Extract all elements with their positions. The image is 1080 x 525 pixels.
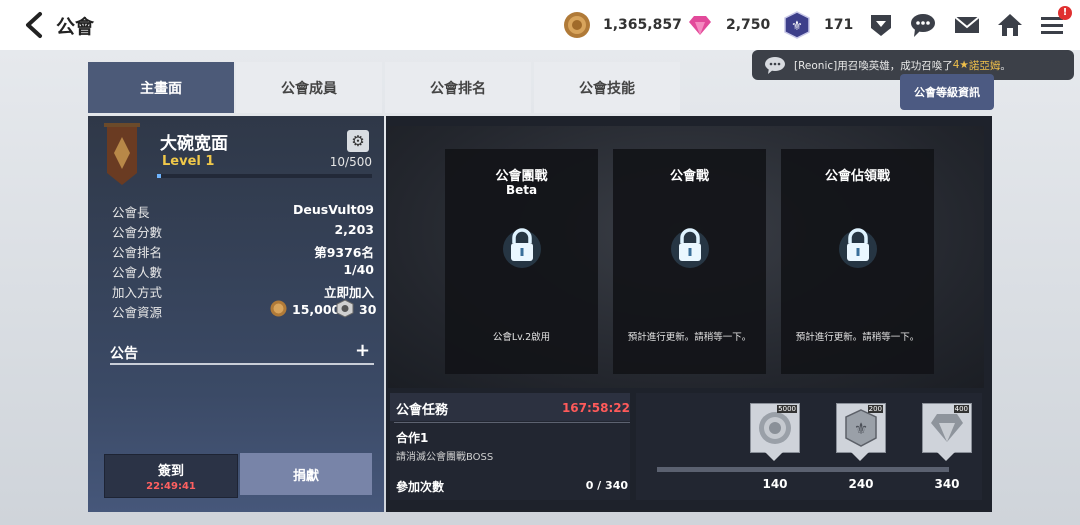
chat-icon[interactable] [909, 11, 937, 39]
mode-note: 預計進行更新。請稍等一下。 [795, 332, 920, 343]
resource-gold: 15,000 [292, 302, 341, 317]
toast-stars: 4★ [952, 59, 969, 71]
guild-name: 大碗宽面 [160, 134, 228, 154]
mode-title: 公會戰 [669, 169, 709, 184]
notice-divider [110, 363, 374, 365]
quest-divider [394, 422, 630, 423]
reward-marker [764, 451, 784, 461]
diamond-icon [931, 414, 963, 442]
mode-title: 公會團戰 [495, 169, 548, 184]
guild-level: Level 1 [162, 154, 215, 169]
mode-card-guild-war[interactable]: 公會戰 預計進行更新。請稍等一下。 [613, 149, 766, 374]
tab-skills[interactable]: 公會技能 [534, 62, 680, 113]
toast-text: [Reonic]用召喚英雄，成功召喚了 [794, 59, 953, 72]
lock-icon [503, 228, 541, 268]
back-arrow-icon[interactable] [20, 10, 50, 40]
guild-level-info-button[interactable]: 公會等級資訊 [900, 74, 994, 110]
donate-button[interactable]: 捐獻 [240, 453, 372, 495]
gem-amount: 2,750 [726, 17, 771, 33]
quest-name: 合作1 [396, 431, 429, 445]
signin-label: 簽到 [157, 464, 184, 479]
guild-emblem-icon: ⚜ [784, 11, 810, 39]
lock-icon [671, 228, 709, 268]
reward-marker [850, 451, 870, 461]
shop-emblem-icon[interactable] [867, 11, 895, 39]
reward-amount: 5000 [777, 405, 797, 413]
guild-exp: 10/500 [329, 155, 372, 169]
stat-value: 1/40 [343, 262, 374, 277]
chat-icon [765, 57, 785, 74]
tab-ranking[interactable]: 公會排名 [385, 62, 531, 113]
mode-note: 公會Lv.2啟用 [492, 332, 551, 343]
signin-button[interactable]: 簽到 22:49:41 [104, 454, 238, 498]
home-icon[interactable] [996, 11, 1024, 39]
gold-amount: 1,365,857 [603, 17, 682, 33]
exp-bar-fill [157, 174, 162, 178]
mode-card-occupation-war[interactable]: 公會佔領戰 預計進行更新。請稍等一下。 [781, 149, 934, 374]
quest-title: 公會任務 [396, 403, 449, 418]
svg-text:⚜: ⚜ [854, 419, 868, 438]
stat-value: 第9376名 [314, 245, 374, 260]
tab-main[interactable]: 主畫面 [88, 62, 234, 113]
tab-members[interactable]: 公會成員 [236, 62, 382, 113]
reward-milestone: 340 [934, 477, 960, 491]
guild-emblem-icon: ⚜ [845, 409, 877, 447]
guild-emblem-icon [336, 299, 354, 318]
notification-badge: ! [1058, 6, 1072, 20]
signin-timer: 22:49:41 [146, 481, 196, 492]
reward-box[interactable]: ⚜ 200 [836, 403, 886, 453]
stat-label: 公會人數 [112, 265, 163, 280]
resource-emblem: 30 [359, 302, 377, 317]
gold-coin-icon [270, 300, 287, 317]
reward-amount: 200 [867, 405, 883, 413]
mode-subtitle: Beta [505, 183, 538, 197]
gem-icon [689, 16, 711, 35]
add-notice-button[interactable]: + [355, 340, 370, 361]
reward-box[interactable]: 5000 [750, 403, 800, 453]
reward-milestone: 240 [848, 477, 874, 491]
page-title: 公會 [56, 16, 95, 38]
reward-amount: 400 [953, 405, 969, 413]
mail-icon[interactable] [953, 11, 981, 39]
reward-progress-bar [657, 467, 949, 472]
quest-count-value: 0 / 340 [585, 479, 628, 492]
mode-title: 公會佔領戰 [824, 169, 890, 184]
guild-banner-icon [104, 123, 140, 185]
settings-gear-icon[interactable]: ⚙ [347, 130, 369, 152]
reward-marker [936, 451, 956, 461]
stat-label: 公會分數 [112, 225, 163, 240]
quest-count-label: 參加次數 [396, 480, 445, 494]
svg-text:⚜: ⚜ [791, 19, 803, 34]
stat-label: 公會長 [112, 205, 150, 220]
stat-value: 2,203 [334, 222, 374, 237]
emblem-amount: 171 [824, 17, 854, 33]
stat-label: 加入方式 [112, 285, 163, 300]
quest-description: 請消滅公會團戰BOSS [396, 452, 494, 463]
notice-label: 公告 [110, 346, 138, 362]
toast-hero: 諾亞姆 [968, 59, 1001, 72]
mode-note: 預計進行更新。請稍等一下。 [627, 332, 752, 343]
exp-bar [157, 174, 372, 178]
resources-label: 公會資源 [112, 305, 163, 320]
reward-milestone: 140 [762, 477, 788, 491]
gold-coin-icon [564, 12, 590, 38]
toast-suffix: 。 [1000, 59, 1011, 72]
stat-value: DeusVult09 [293, 202, 374, 217]
lock-icon [839, 228, 877, 268]
quest-timer: 167:58:22 [561, 401, 630, 415]
reward-box[interactable]: 400 [922, 403, 972, 453]
stat-label: 公會排名 [112, 245, 163, 260]
mode-card-raid[interactable]: 公會團戰 Beta 公會Lv.2啟用 [445, 149, 598, 374]
gold-coin-icon [759, 412, 791, 444]
